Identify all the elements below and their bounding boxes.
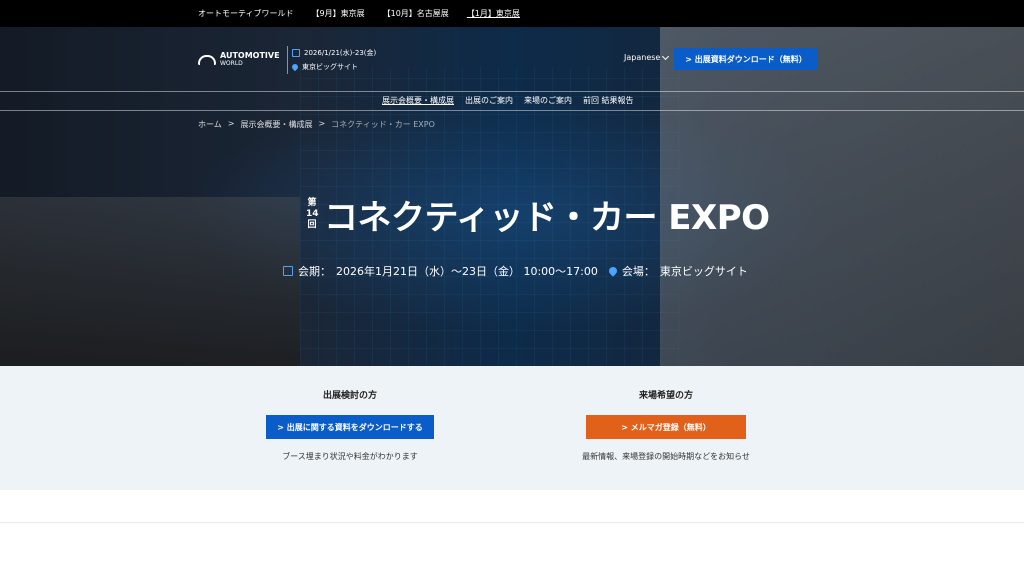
cta-exhibitor-heading: 出展検討の方 <box>322 391 377 401</box>
download-materials-button[interactable]: > 出展資料ダウンロード（無料） <box>674 48 818 70</box>
nav-item-exhibit[interactable]: 出展のご案内 <box>465 95 513 106</box>
period-value: 2026年1月21日（水）～23日（金） 10:00～17:00 <box>336 265 598 278</box>
calendar-icon <box>283 266 293 276</box>
topbar-link-nagoya[interactable]: 【10月】名古屋展 <box>383 8 449 19</box>
topbar-link-tokyo-jan[interactable]: 【1月】東京展 <box>467 8 520 19</box>
logo-main-text: AUTOMOTIVE <box>220 51 280 60</box>
event-schedule: 会期： 2026年1月21日（水）～23日（金） 10:00～17:00 会場：… <box>283 263 748 279</box>
cta-exhibitor-note: ブース埋まり状況や料金がわかります <box>282 452 418 461</box>
page-title: コネクティッド・カー EXPO <box>324 198 770 238</box>
edition-badge: 第 14 回 <box>306 198 319 230</box>
breadcrumb: ホーム > 展示会概要・構成展 > コネクティッド・カー EXPO <box>198 119 435 130</box>
event-date: 2026/1/21(水)-23(金) <box>304 49 377 57</box>
period-label: 会期： <box>298 265 331 278</box>
page-title-block: 第 14 回 コネクティッド・カー EXPO <box>306 190 770 239</box>
venue-label: 会場： <box>621 265 655 278</box>
venue-value: 東京ビッグサイト <box>659 265 748 278</box>
nav-item-report[interactable]: 前回 結果報告 <box>583 95 634 106</box>
nav-divider-top <box>0 91 1024 92</box>
nav-item-overview[interactable]: 展示会概要・構成展 <box>382 95 454 106</box>
cta-visitor-heading: 来場希望の方 <box>638 391 693 401</box>
cta-visitor: 来場希望の方 > メルマガ登録（無料） 最新情報、来場登録の開始時期などをお知ら… <box>516 388 816 462</box>
car-logo-icon <box>198 55 216 65</box>
cta-exhibitor: 出展検討の方 > 出展に関する資料をダウンロードする ブース埋まり状況や料金がわ… <box>200 388 500 462</box>
cta-section: 出展検討の方 > 出展に関する資料をダウンロードする ブース埋まり状況や料金がわ… <box>0 366 1024 490</box>
breadcrumb-separator: > <box>318 119 326 128</box>
download-exhibit-docs-button[interactable]: > 出展に関する資料をダウンロードする <box>266 415 434 439</box>
event-info: 2026/1/21(水)-23(金) 東京ビッグサイト <box>287 46 376 74</box>
breadcrumb-separator: > <box>227 119 235 128</box>
nav-divider-bottom <box>0 110 1024 111</box>
newsletter-signup-button[interactable]: > メルマガ登録（無料） <box>586 415 746 439</box>
nav-item-visit[interactable]: 来場のご案内 <box>524 95 572 106</box>
breadcrumb-overview[interactable]: 展示会概要・構成展 <box>240 119 312 130</box>
location-pin-icon <box>290 62 300 72</box>
topbar-link-automotive-world[interactable]: オートモーティブワールド <box>198 8 294 19</box>
main-nav: 展示会概要・構成展 出展のご案内 来場のご案内 前回 結果報告 <box>382 95 634 106</box>
event-venue: 東京ビッグサイト <box>302 63 358 71</box>
section-divider <box>0 522 1024 524</box>
cta-visitor-note: 最新情報、来場登録の開始時期などをお知らせ <box>582 452 750 461</box>
topbar-link-tokyo-sep[interactable]: 【9月】東京展 <box>312 8 365 19</box>
chevron-down-icon <box>662 52 670 60</box>
language-label: Japanese <box>624 53 661 62</box>
breadcrumb-current: コネクティッド・カー EXPO <box>331 120 435 129</box>
logo-sub-text: WORLD <box>220 60 243 67</box>
language-selector[interactable]: Japanese <box>624 52 670 62</box>
site-logo[interactable]: AUTOMOTIVE WORLD <box>198 52 280 68</box>
location-pin-icon <box>607 265 619 277</box>
top-bar: オートモーティブワールド 【9月】東京展 【10月】名古屋展 【1月】東京展 <box>0 0 1024 27</box>
breadcrumb-home[interactable]: ホーム <box>198 119 222 130</box>
calendar-icon <box>292 49 300 57</box>
